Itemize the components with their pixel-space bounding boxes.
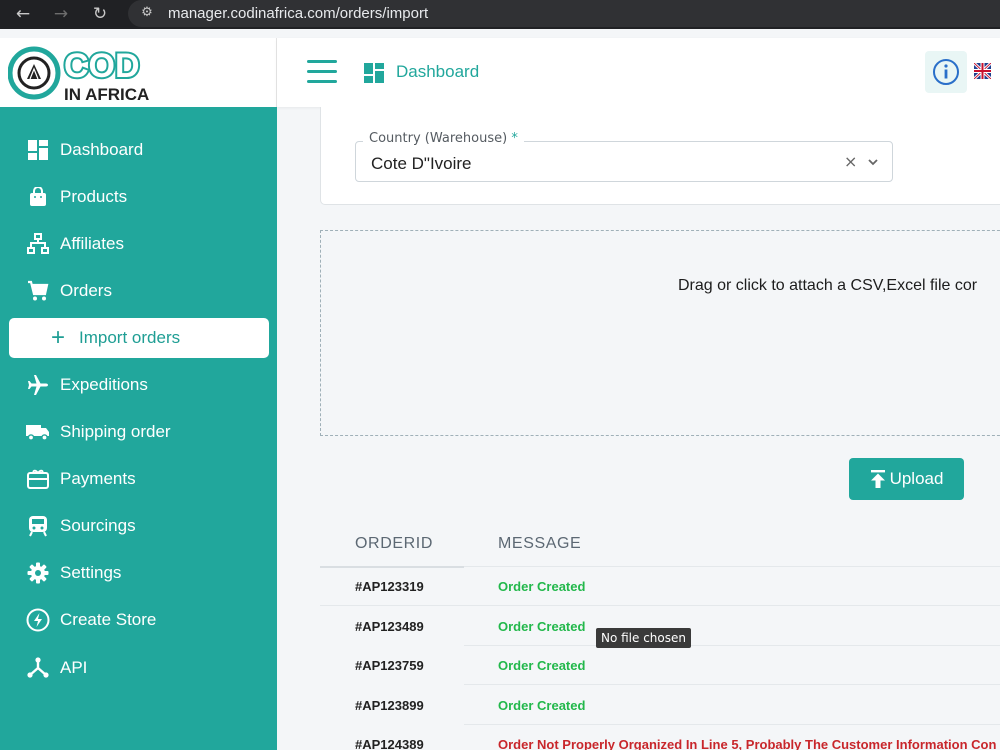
train-icon (26, 514, 50, 538)
header-divider (320, 566, 464, 568)
sidebar-item-shipping-order[interactable]: Shipping order (0, 412, 277, 452)
sidebar-item-affiliates[interactable]: Affiliates (0, 224, 277, 264)
upload-icon (870, 470, 886, 488)
hamburger-menu-icon[interactable] (307, 60, 337, 84)
sidebar-item-label: Payments (60, 469, 136, 488)
table-cell-message: Order Created (498, 579, 586, 594)
row-divider (464, 684, 1000, 685)
api-icon (26, 656, 50, 680)
table-cell-orderid: #AP124389 (355, 737, 424, 750)
sidebar-item-label: API (60, 658, 88, 677)
url-text[interactable]: manager.codinafrica.com/orders/import (168, 5, 428, 22)
sidebar-item-label: Settings (60, 563, 122, 582)
gift-card-icon (26, 467, 50, 491)
reload-icon[interactable]: ↻ (89, 3, 111, 25)
country-select-value[interactable]: Cote D"Ivoire (371, 154, 472, 174)
sidebar-item-label: Affiliates (60, 234, 124, 253)
table-cell-message: Order Created (498, 658, 586, 673)
table-cell-orderid: #AP123899 (355, 698, 424, 713)
dropzone-text[interactable]: Drag or click to attach a CSV,Excel file… (678, 277, 977, 295)
uk-flag-icon[interactable] (974, 63, 991, 79)
browser-toolbar: ← → ↻ ⚙ manager.codinafrica.com/orders/i… (0, 0, 1000, 29)
sidebar-item-import-orders[interactable]: + Import orders (9, 318, 269, 358)
cod-in-africa-logo[interactable]: COD IN AFRICA (8, 42, 158, 104)
sidebar-item-create-store[interactable]: Create Store (0, 600, 277, 640)
sidebar-item-label: Orders (60, 281, 112, 300)
sidebar-item-settings[interactable]: Settings (0, 553, 277, 593)
truck-icon (26, 420, 50, 444)
info-button[interactable] (925, 51, 967, 93)
sidebar-item-label: Import orders (79, 328, 181, 347)
dashboard-icon (26, 138, 50, 162)
forward-arrow-icon[interactable]: → (50, 3, 72, 25)
file-dropzone[interactable] (320, 230, 1000, 436)
sidebar-item-payments[interactable]: Payments (0, 459, 277, 499)
row-divider (464, 645, 1000, 646)
table-cell-orderid: #AP123319 (355, 579, 424, 594)
sidebar-item-label: Expeditions (60, 375, 148, 394)
sidebar-item-products[interactable]: Products (0, 177, 277, 217)
sidebar-item-dashboard[interactable]: Dashboard (0, 130, 277, 170)
row-divider (320, 605, 1000, 606)
sidebar-item-label: Create Store (60, 610, 157, 629)
info-icon (933, 59, 959, 85)
breadcrumb-dashboard[interactable]: Dashboard (396, 62, 479, 82)
sidebar-item-expeditions[interactable]: Expeditions (0, 365, 277, 405)
sidebar-item-api[interactable]: API (0, 648, 277, 688)
store-circle-icon (26, 608, 50, 632)
sidebar-item-label: Dashboard (60, 140, 144, 159)
gear-icon (26, 561, 50, 585)
svg-text:COD: COD (64, 47, 140, 85)
svg-text:IN AFRICA: IN AFRICA (64, 85, 149, 104)
back-arrow-icon[interactable]: ← (12, 3, 34, 25)
sidebar-item-label: Sourcings (60, 516, 136, 535)
sidebar-item-orders[interactable]: Orders (0, 271, 277, 311)
upload-label: Upload (889, 469, 944, 488)
file-input-tooltip: No file chosen (596, 628, 691, 648)
table-cell-orderid: #AP123489 (355, 619, 424, 634)
column-header-message[interactable]: MESSAGE (498, 535, 581, 553)
table-cell-orderid: #AP123759 (355, 658, 424, 673)
table-cell-message: Order Not Properly Organized In Line 5, … (498, 737, 997, 750)
table-cell-message: Order Created (498, 698, 586, 713)
topbar: Dashboard (277, 38, 1000, 107)
sidebar-item-label: Shipping order (60, 422, 171, 441)
shopping-bag-icon (26, 185, 50, 209)
airplane-icon (26, 373, 50, 397)
sitemap-icon (26, 232, 50, 256)
column-header-orderid[interactable]: ORDERID (355, 535, 433, 553)
dashboard-icon (364, 63, 384, 83)
row-divider (464, 566, 1000, 567)
table-cell-message: Order Created (498, 619, 586, 634)
sidebar-item-label: Products (60, 187, 128, 206)
sidebar-item-sourcings[interactable]: Sourcings (0, 506, 277, 546)
sidebar: Dashboard Products Affiliates Orders + I… (0, 107, 277, 750)
chevron-down-icon[interactable] (866, 155, 880, 169)
upload-button[interactable]: Upload (849, 458, 964, 500)
country-select-label: Country (Warehouse) * (363, 131, 524, 146)
cart-icon (26, 279, 50, 303)
plus-icon: + (51, 324, 66, 351)
logo-area[interactable]: COD IN AFRICA (0, 38, 277, 107)
row-divider (464, 724, 1000, 725)
site-settings-icon[interactable]: ⚙ (136, 2, 158, 24)
clear-icon[interactable]: × (844, 152, 857, 171)
